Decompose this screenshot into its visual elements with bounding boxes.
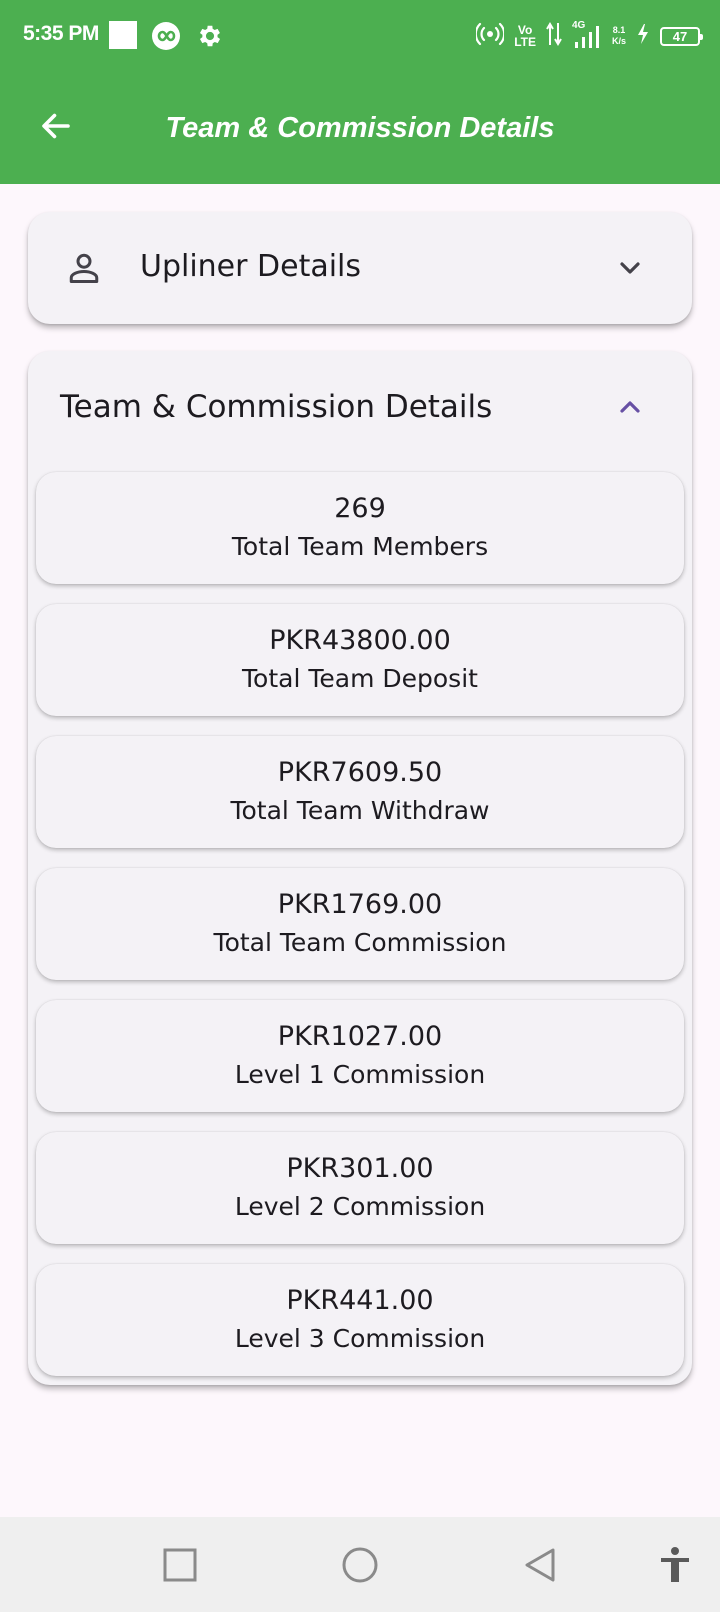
- back-triangle-icon: [525, 1548, 555, 1582]
- stat-card-level-1-commission: PKR1027.00 Level 1 Commission: [36, 1000, 684, 1112]
- stat-label: Total Team Withdraw: [230, 796, 490, 825]
- signal-icon: 4G: [572, 20, 602, 50]
- charging-bolt-icon: [636, 23, 650, 49]
- team-commission-title[interactable]: Team & Commission Details: [60, 384, 492, 430]
- stat-list: 269 Total Team Members PKR43800.00 Total…: [36, 472, 684, 1396]
- stat-card-level-3-commission: PKR441.00 Level 3 Commission: [36, 1264, 684, 1376]
- recents-square-icon: [163, 1548, 197, 1582]
- stat-value: 269: [334, 493, 386, 524]
- stat-value: PKR301.00: [286, 1153, 434, 1184]
- status-time: 5:35 PM: [23, 22, 99, 45]
- stat-card-total-team-members: 269 Total Team Members: [36, 472, 684, 584]
- stat-value: PKR1769.00: [277, 889, 443, 920]
- notification-square-icon: [109, 21, 137, 49]
- stat-value: PKR7609.50: [277, 757, 443, 788]
- stat-label: Level 3 Commission: [234, 1324, 486, 1353]
- stat-card-total-team-withdraw: PKR7609.50 Total Team Withdraw: [36, 736, 684, 848]
- stat-label: Level 1 Commission: [234, 1060, 486, 1089]
- recents-button[interactable]: [158, 1543, 202, 1587]
- data-arrows-icon: [546, 21, 562, 51]
- status-bar: 5:35 PM Vo LTE 4G 8.1 K/s 47: [0, 0, 720, 72]
- network-speed: 8.1 K/s: [611, 25, 626, 46]
- person-icon: [69, 253, 99, 283]
- stat-card-total-team-commission: PKR1769.00 Total Team Commission: [36, 868, 684, 980]
- chevron-down-icon[interactable]: [614, 252, 646, 284]
- upliner-details-panel[interactable]: Upliner Details: [28, 212, 692, 324]
- system-nav-bar: [0, 1517, 720, 1612]
- battery-icon: 47: [660, 26, 703, 46]
- volte-indicator: Vo LTE: [514, 23, 536, 49]
- stat-label: Total Team Deposit: [242, 664, 478, 693]
- gear-icon: [196, 22, 224, 54]
- stat-label: Level 2 Commission: [234, 1192, 486, 1221]
- hotspot-icon: [474, 22, 506, 50]
- stat-card-level-2-commission: PKR301.00 Level 2 Commission: [36, 1132, 684, 1244]
- stat-value: PKR1027.00: [277, 1021, 443, 1052]
- stat-value: PKR43800.00: [269, 625, 451, 656]
- app-bar: 5:35 PM Vo LTE 4G 8.1 K/s 47 Team & Comm…: [0, 0, 720, 184]
- accessibility-icon: [661, 1547, 689, 1582]
- home-button[interactable]: [338, 1543, 382, 1587]
- stat-label: Total Team Commission: [213, 928, 507, 957]
- stat-label: Total Team Members: [231, 532, 489, 561]
- stat-card-total-team-deposit: PKR43800.00 Total Team Deposit: [36, 604, 684, 716]
- stat-value: PKR441.00: [286, 1285, 434, 1316]
- home-circle-icon: [342, 1547, 378, 1583]
- status-indicators: Vo LTE 4G 8.1 K/s 47: [474, 20, 703, 52]
- accessibility-button[interactable]: [653, 1543, 697, 1587]
- page-title: Team & Commission Details: [165, 112, 555, 144]
- infinity-app-icon: [150, 20, 182, 56]
- team-commission-panel: Team & Commission Details 269 Total Team…: [28, 351, 692, 1385]
- chevron-up-icon[interactable]: [614, 391, 646, 423]
- upliner-details-title: Upliner Details: [140, 249, 362, 284]
- back-nav-button[interactable]: [518, 1543, 562, 1587]
